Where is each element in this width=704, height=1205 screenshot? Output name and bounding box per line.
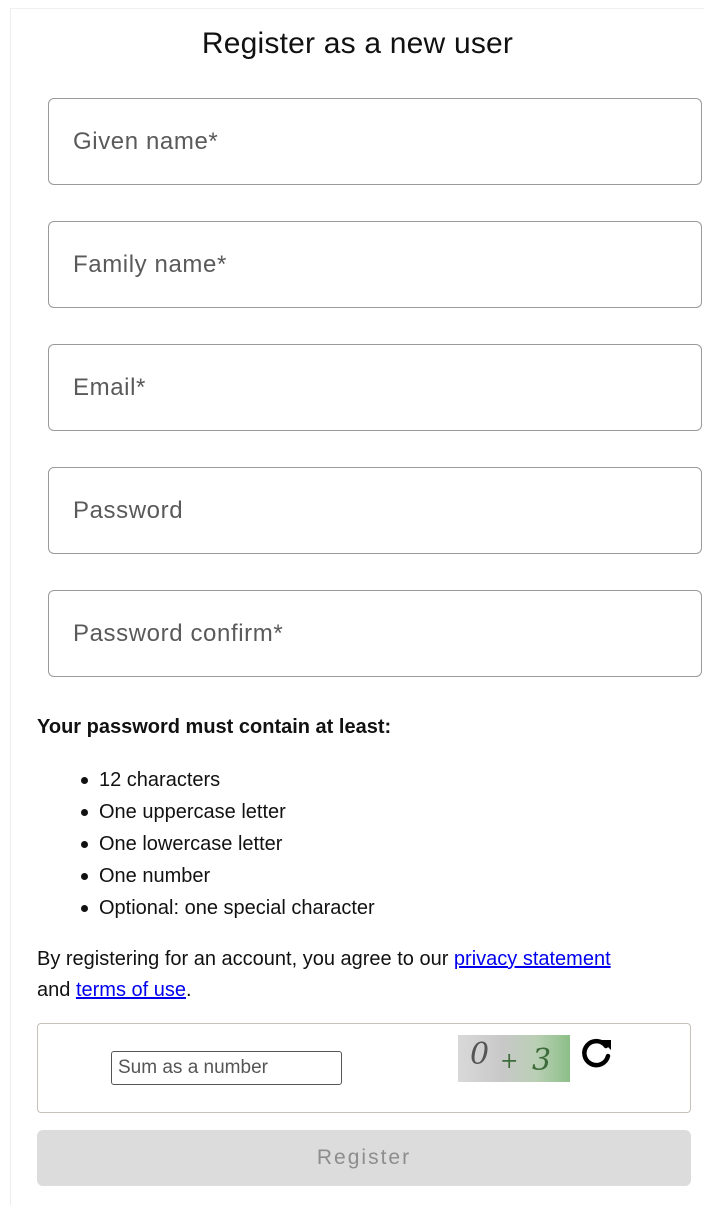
- captcha-operator: +: [500, 1049, 519, 1074]
- captcha-digit-a: 0: [470, 1037, 490, 1072]
- email-placeholder: Email*: [73, 373, 146, 401]
- captcha-placeholder: Sum as a number: [118, 1057, 268, 1078]
- agreement-suffix: .: [185, 979, 192, 1001]
- email-field[interactable]: Email*: [48, 344, 702, 431]
- captcha-digit-b: 3: [532, 1043, 552, 1078]
- password-rules-heading: Your password must contain at least:: [37, 716, 392, 738]
- password-confirm-field[interactable]: Password confirm*: [48, 590, 702, 677]
- privacy-statement-link[interactable]: privacy statement: [454, 948, 611, 970]
- family-name-field[interactable]: Family name*: [48, 221, 702, 308]
- password-rule-item: One number: [37, 860, 375, 892]
- password-rule-item: 12 characters: [37, 764, 375, 796]
- given-name-placeholder: Given name*: [73, 127, 219, 155]
- captcha-box: Sum as a number 0 + 3: [37, 1023, 691, 1113]
- given-name-field[interactable]: Given name*: [48, 98, 702, 185]
- password-confirm-placeholder: Password confirm*: [73, 619, 284, 647]
- captcha-input[interactable]: Sum as a number: [111, 1051, 342, 1085]
- agreement-middle: and: [37, 979, 76, 1001]
- agreement-prefix: By registering for an account, you agree…: [37, 948, 454, 970]
- password-rule-item: One uppercase letter: [37, 796, 375, 828]
- password-rule-item: Optional: one special character: [37, 892, 375, 924]
- register-button[interactable]: Register: [37, 1130, 691, 1186]
- terms-of-use-link[interactable]: terms of use: [76, 979, 186, 1001]
- refresh-icon[interactable]: [578, 1036, 614, 1072]
- password-rule-item: One lowercase letter: [37, 828, 375, 860]
- password-field[interactable]: Password: [48, 467, 702, 554]
- page-title: Register as a new user: [201, 27, 514, 60]
- captcha-image: 0 + 3: [458, 1035, 570, 1082]
- agreement-text: By registering for an account, you agree…: [37, 944, 697, 1006]
- password-placeholder: Password: [73, 496, 184, 524]
- family-name-placeholder: Family name*: [73, 250, 227, 278]
- password-rules-list: 12 characters One uppercase letter One l…: [37, 764, 375, 924]
